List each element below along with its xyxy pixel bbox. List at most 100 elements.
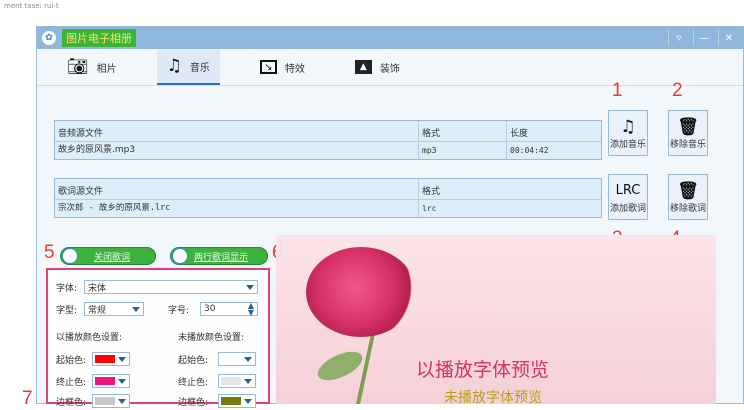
column-header: 长度 (510, 129, 529, 139)
trash-icon: 🗑︎ (677, 116, 699, 137)
marker-2: 2 (672, 80, 683, 101)
style-value: 常规 (88, 305, 107, 316)
border-color-label: 边框色: (178, 397, 209, 408)
color-swatch (221, 355, 241, 363)
remove-lyrics-label: 移除歌词 (669, 203, 706, 214)
music-file-format: mp3 (419, 142, 507, 159)
tab-effects[interactable]: ↘ 特效 (250, 49, 315, 85)
chevron-down-icon (118, 399, 126, 404)
music-file-name: 故乡的原风景.mp3 (55, 142, 419, 159)
toggle-knob (172, 248, 188, 264)
chevron-down-icon (118, 379, 126, 384)
start-color-label: 起始色: (178, 355, 209, 366)
music-note-icon: ♫ (166, 55, 182, 76)
app-logo-icon: ✿ (42, 31, 56, 45)
column-header: 音频源文件 (55, 121, 419, 141)
start-color-label: 起始色: (56, 355, 87, 366)
add-lyrics-button[interactable]: LRC 添加歌词 (608, 174, 648, 220)
lyrics-font-settings-panel: 字体: 宋体 字型: 常规 字号: 30 ▲ ▼ 以播放颜色设置: 未播放颜色设置… (46, 268, 270, 408)
lyrics-preview-area: 以播放字体预览 未播放字体预览 (276, 235, 716, 404)
color-swatch (95, 355, 115, 363)
two-line-lyrics-toggle[interactable]: 两行歌词显示 (170, 247, 268, 265)
tab-photos-label: 相片 (96, 63, 117, 75)
font-value: 宋体 (88, 283, 107, 294)
rose-leaf (313, 345, 367, 387)
marker-1: 1 (612, 80, 623, 101)
toggle-knob (62, 248, 78, 264)
close-button[interactable]: ✕ (718, 30, 739, 46)
chevron-down-icon (244, 379, 252, 384)
close-lyrics-toggle[interactable]: 关闭歌词 (60, 247, 156, 265)
lyrics-file-table: 歌词源文件 格式 宗次郎 - 故乡的原风景.lrc lrc (54, 178, 602, 218)
end-color-label: 终止色: (178, 377, 209, 388)
remove-music-button[interactable]: 🗑︎ 移除音乐 (668, 110, 708, 156)
size-value: 30 (204, 304, 216, 314)
tab-effects-label: 特效 (284, 63, 305, 75)
table-header: 音频源文件 格式 长度 (55, 121, 601, 142)
chevron-down-icon (246, 285, 254, 290)
chevron-down-icon (244, 357, 252, 362)
played-border-color-picker[interactable] (92, 394, 130, 408)
color-swatch (95, 377, 115, 385)
color-swatch (221, 377, 241, 385)
unplayed-end-color-picker[interactable] (218, 374, 256, 388)
size-label: 字号: (168, 305, 190, 316)
unplayed-start-color-picker[interactable] (218, 352, 256, 366)
camera-icon: 📷︎ (67, 56, 89, 77)
chevron-down-icon (118, 357, 126, 362)
column-header: 格式 (422, 187, 441, 197)
marker-5: 5 (44, 242, 55, 263)
picture-icon: ▲ (354, 60, 372, 74)
tab-music[interactable]: ♫ 音乐 (156, 49, 220, 85)
column-header: 格式 (419, 121, 507, 141)
tab-music-label: 音乐 (189, 62, 210, 74)
border-color-label: 边框色: (56, 397, 87, 408)
column-header: 歌词源文件 (55, 179, 419, 199)
style-select[interactable]: 常规 (84, 302, 144, 316)
tab-decorations-label: 装饰 (379, 63, 400, 75)
tab-photos[interactable]: 📷︎ 相片 (57, 49, 127, 85)
corner-text: ment tase: rui-t (4, 2, 59, 10)
unplayed-font-preview: 未播放字体预览 (444, 390, 542, 404)
two-line-lyrics-label: 两行歌词显示 (194, 252, 249, 263)
rose-image (306, 247, 416, 337)
end-color-label: 终止色: (56, 377, 87, 388)
font-select[interactable]: 宋体 (84, 280, 258, 294)
music-file-length: 00:04:42 (510, 146, 549, 155)
add-lyrics-label: 添加歌词 (609, 203, 646, 214)
played-start-color-picker[interactable] (92, 352, 130, 366)
tab-decorations[interactable]: ▲ 装饰 (345, 49, 410, 85)
style-label: 字型: (56, 305, 78, 316)
font-label: 字体: (56, 283, 78, 294)
played-end-color-picker[interactable] (92, 374, 130, 388)
add-music-label: 添加音乐 (609, 139, 646, 150)
table-row[interactable]: 宗次郎 - 故乡的原风景.lrc lrc (55, 200, 601, 217)
lrc-icon: LRC (615, 182, 641, 198)
effects-icon: ↘ (259, 60, 277, 74)
chevron-down-icon (244, 399, 252, 404)
remove-music-label: 移除音乐 (669, 139, 706, 150)
table-row[interactable]: 故乡的原风景.mp3 mp3 00:04:42 (55, 142, 601, 159)
add-music-button[interactable]: ♫ 添加音乐 (608, 110, 648, 156)
menu-dropdown-icon[interactable]: ▿ (668, 30, 689, 46)
stepper-arrows-icon[interactable]: ▲ ▼ (248, 302, 254, 317)
lyrics-file-name: 宗次郎 - 故乡的原风景.lrc (55, 200, 419, 217)
tab-bar: 📷︎ 相片 ♫ 音乐 ↘ 特效 ▲ 装饰 (37, 49, 743, 86)
minimize-button[interactable]: — (693, 30, 714, 46)
table-header: 歌词源文件 格式 (55, 179, 601, 200)
music-note-icon: ♫ (620, 116, 636, 137)
played-font-preview: 以播放字体预览 (416, 359, 550, 381)
close-lyrics-label: 关闭歌词 (94, 252, 131, 263)
title-bar: ✿ 图片电子相册 ▿ — ✕ (37, 27, 743, 49)
size-stepper[interactable]: 30 ▲ ▼ (200, 302, 258, 317)
lyrics-file-format: lrc (422, 204, 437, 213)
remove-lyrics-button[interactable]: 🗑︎ 移除歌词 (668, 174, 708, 220)
chevron-down-icon (132, 307, 140, 312)
marker-7: 7 (22, 388, 33, 409)
trash-icon: 🗑︎ (677, 180, 699, 201)
played-color-header: 以播放颜色设置: (56, 333, 123, 343)
unplayed-border-color-picker[interactable] (218, 394, 256, 408)
window-controls: ▿ — ✕ (668, 30, 739, 46)
window-title: 图片电子相册 (62, 29, 136, 47)
music-file-table: 音频源文件 格式 长度 故乡的原风景.mp3 mp3 00:04:42 (54, 120, 602, 160)
